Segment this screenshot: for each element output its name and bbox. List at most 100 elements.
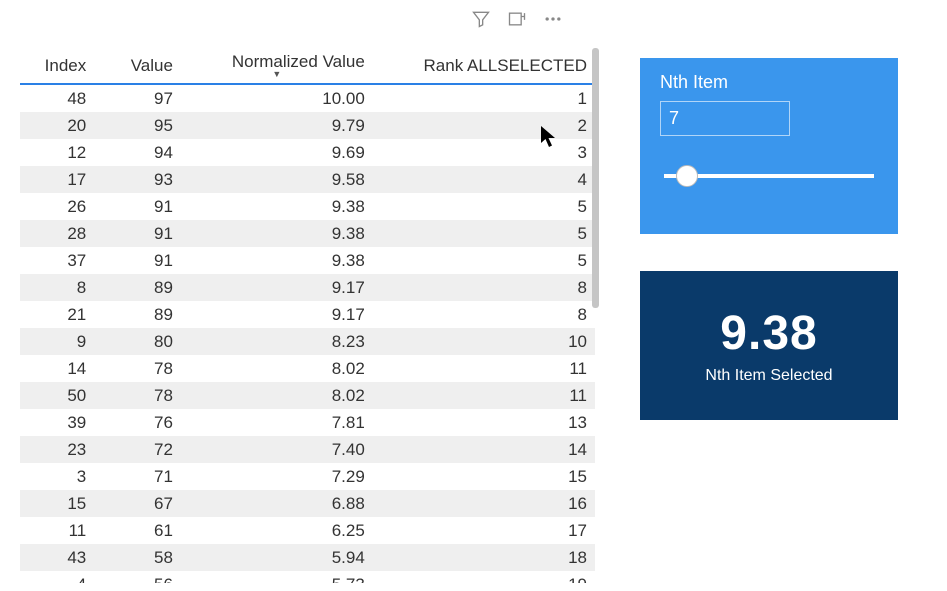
nth-item-slider[interactable] [664,164,874,188]
cell-value: 80 [94,328,181,355]
column-header-value[interactable]: Value [94,48,181,84]
cell-normalized: 9.79 [181,112,373,139]
filter-icon[interactable] [470,8,492,30]
table-row[interactable]: 489710.001 [20,84,595,112]
cell-value: 91 [94,193,181,220]
cell-index: 43 [20,544,94,571]
cell-normalized: 9.38 [181,220,373,247]
table-row[interactable]: 14788.0211 [20,355,595,382]
cell-normalized: 7.40 [181,436,373,463]
table-row[interactable]: 39767.8113 [20,409,595,436]
cell-rank: 5 [373,193,595,220]
scrollbar-track[interactable] [592,48,599,568]
sort-descending-icon: ▼ [189,70,365,79]
table-row[interactable]: 28919.385 [20,220,595,247]
table-row[interactable]: 26919.385 [20,193,595,220]
table-row[interactable]: 15676.8816 [20,490,595,517]
cell-rank: 4 [373,166,595,193]
cell-index: 21 [20,301,94,328]
nth-item-slicer[interactable]: Nth Item [640,58,898,234]
cell-normalized: 9.17 [181,274,373,301]
cell-value: 89 [94,274,181,301]
cell-normalized: 6.25 [181,517,373,544]
cell-rank: 10 [373,328,595,355]
table-row[interactable]: 9808.2310 [20,328,595,355]
cell-index: 28 [20,220,94,247]
nth-item-input[interactable] [660,101,790,136]
cell-rank: 1 [373,84,595,112]
cell-normalized: 7.81 [181,409,373,436]
cell-index: 17 [20,166,94,193]
cell-index: 50 [20,382,94,409]
table-row[interactable]: 3717.2915 [20,463,595,490]
cell-rank: 11 [373,382,595,409]
cell-index: 26 [20,193,94,220]
table-row[interactable]: 50788.0211 [20,382,595,409]
cell-rank: 5 [373,247,595,274]
cell-normalized: 9.58 [181,166,373,193]
focus-mode-icon[interactable] [506,8,528,30]
table-row[interactable]: 4565.7319 [20,571,595,583]
cell-index: 48 [20,84,94,112]
cell-index: 23 [20,436,94,463]
data-table: Index Value Normalized Value ▼ Rank ALLS… [20,48,595,583]
cell-index: 11 [20,517,94,544]
cell-value: 56 [94,571,181,583]
cell-rank: 17 [373,517,595,544]
nth-item-selected-card: 9.38 Nth Item Selected [640,271,898,420]
cell-index: 12 [20,139,94,166]
cell-value: 58 [94,544,181,571]
cell-value: 94 [94,139,181,166]
cell-normalized: 5.94 [181,544,373,571]
table-body: 489710.00120959.79212949.69317939.584269… [20,84,595,583]
column-header-normalized[interactable]: Normalized Value ▼ [181,48,373,84]
cell-rank: 15 [373,463,595,490]
column-header-label: Normalized Value [232,52,365,71]
cell-index: 3 [20,463,94,490]
column-header-rank[interactable]: Rank ALLSELECTED [373,48,595,84]
table-row[interactable]: 21899.178 [20,301,595,328]
cell-rank: 14 [373,436,595,463]
cell-value: 71 [94,463,181,490]
slider-thumb[interactable] [676,165,698,187]
table-row[interactable]: 37919.385 [20,247,595,274]
slicer-title: Nth Item [660,72,884,93]
cell-value: 72 [94,436,181,463]
table-row[interactable]: 12949.693 [20,139,595,166]
table-row[interactable]: 23727.4014 [20,436,595,463]
cell-value: 91 [94,220,181,247]
cell-rank: 19 [373,571,595,583]
cell-value: 78 [94,355,181,382]
cell-normalized: 8.02 [181,382,373,409]
cell-normalized: 9.69 [181,139,373,166]
cell-normalized: 9.38 [181,193,373,220]
cell-index: 14 [20,355,94,382]
cell-rank: 3 [373,139,595,166]
cell-value: 76 [94,409,181,436]
cell-index: 37 [20,247,94,274]
cell-value: 78 [94,382,181,409]
more-options-icon[interactable] [542,8,564,30]
table-row[interactable]: 17939.584 [20,166,595,193]
table-row[interactable]: 20959.792 [20,112,595,139]
scrollbar-thumb[interactable] [592,48,599,308]
table-row[interactable]: 11616.2517 [20,517,595,544]
cell-index: 39 [20,409,94,436]
cell-normalized: 6.88 [181,490,373,517]
cell-rank: 2 [373,112,595,139]
cell-normalized: 9.17 [181,301,373,328]
table-visual[interactable]: Index Value Normalized Value ▼ Rank ALLS… [20,48,595,583]
visual-toolbar [470,8,564,30]
cell-rank: 16 [373,490,595,517]
cell-rank: 8 [373,274,595,301]
kpi-value: 9.38 [720,306,817,361]
cell-index: 20 [20,112,94,139]
cell-value: 91 [94,247,181,274]
cell-rank: 5 [373,220,595,247]
cell-value: 67 [94,490,181,517]
cell-value: 89 [94,301,181,328]
column-header-label: Index [45,56,87,75]
column-header-index[interactable]: Index [20,48,94,84]
table-row[interactable]: 43585.9418 [20,544,595,571]
table-row[interactable]: 8899.178 [20,274,595,301]
